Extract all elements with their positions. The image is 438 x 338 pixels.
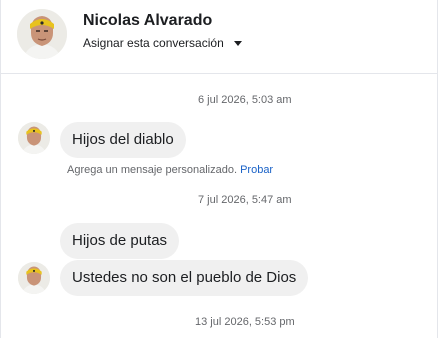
avatar-photo-icon (18, 262, 50, 294)
sender-avatar[interactable] (18, 262, 50, 294)
conversation-header: Nicolas Alvarado Asignar esta conversaci… (1, 0, 437, 74)
contact-avatar[interactable] (17, 9, 67, 59)
assign-conversation-dropdown[interactable]: Asignar esta conversación (83, 36, 242, 50)
hint-text: Agrega un mensaje personalizado. (67, 164, 238, 176)
avatar-photo-icon (18, 122, 50, 154)
personalized-message-hint: Agrega un mensaje personalizado. Probar (67, 164, 273, 176)
conversation-panel: Nicolas Alvarado Asignar esta conversaci… (0, 0, 438, 338)
message-bubble[interactable]: Ustedes no son el pueblo de Dios (60, 260, 309, 296)
sender-avatar[interactable] (18, 122, 50, 154)
message-timestamp: 13 jul 2026, 5:53 pm (195, 316, 295, 328)
message-bubble[interactable]: Hijos del diablo (60, 122, 186, 158)
contact-name[interactable]: Nicolas Alvarado (83, 12, 212, 30)
chevron-down-icon (233, 41, 242, 46)
message-bubble[interactable]: Hijos de putas (60, 223, 180, 259)
message-timestamp: 7 jul 2026, 5:47 am (198, 194, 292, 206)
try-link[interactable]: Probar (240, 164, 273, 176)
message-timestamp: 6 jul 2026, 5:03 am (198, 94, 292, 106)
assign-label: Asignar esta conversación (83, 36, 224, 50)
avatar-photo-icon (17, 9, 67, 59)
